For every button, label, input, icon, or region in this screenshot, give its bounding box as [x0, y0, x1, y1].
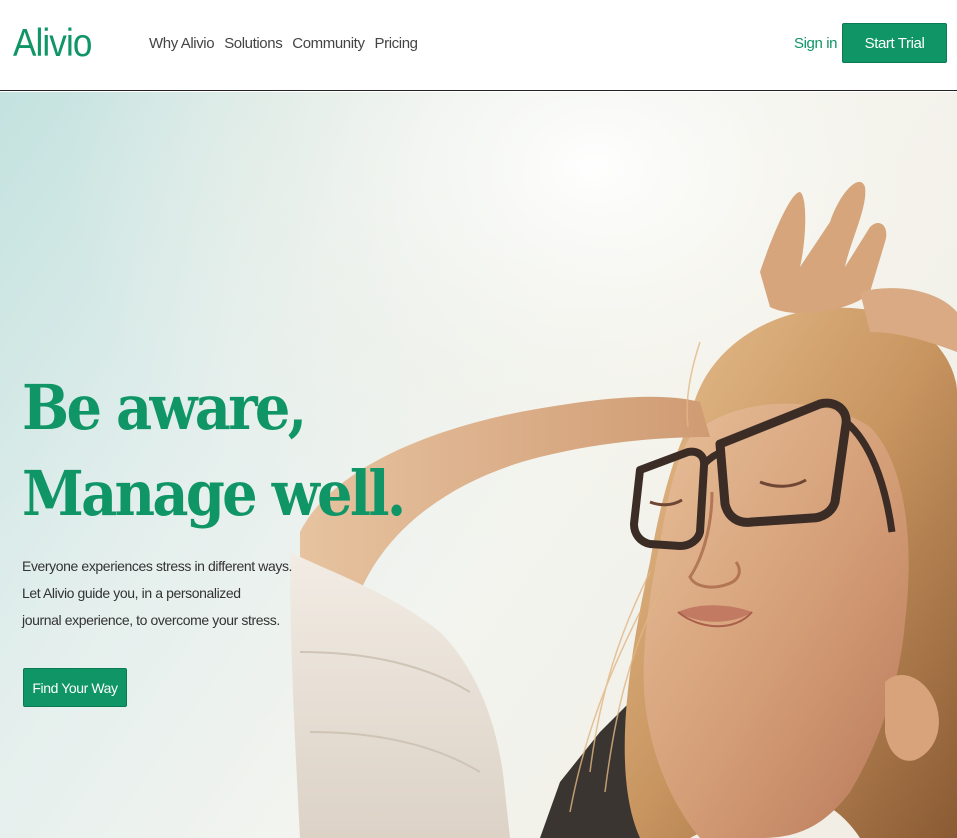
hero-section: Be aware, Manage well. Everyone experien… — [0, 92, 957, 838]
find-your-way-button[interactable]: Find Your Way — [23, 668, 127, 707]
nav-link-community[interactable]: Community — [292, 33, 365, 55]
nav-link-why-alivio[interactable]: Why Alivio — [149, 33, 215, 55]
brand-logo[interactable]: Alivio — [13, 20, 92, 68]
hero-description: Everyone experiences stress in different… — [22, 553, 342, 634]
start-trial-button[interactable]: Start Trial — [842, 23, 947, 63]
nav-link-solutions[interactable]: Solutions — [224, 33, 283, 55]
headline-line-2: Manage well. — [22, 457, 406, 530]
description-line-1: Everyone experiences stress in different… — [22, 558, 293, 574]
description-line-3: journal experience, to overcome your str… — [22, 612, 280, 628]
top-navigation-bar: Alivio Why Alivio Solutions Community Pr… — [0, 0, 957, 91]
description-line-2: Let Alivio guide you, in a personalized — [22, 585, 241, 601]
hero-headline: Be aware, Manage well. — [22, 365, 406, 537]
primary-nav: Why Alivio Solutions Community Pricing — [149, 33, 418, 55]
sign-in-link[interactable]: Sign in — [794, 33, 837, 55]
headline-line-1: Be aware, — [22, 371, 307, 444]
nav-link-pricing[interactable]: Pricing — [375, 33, 418, 55]
